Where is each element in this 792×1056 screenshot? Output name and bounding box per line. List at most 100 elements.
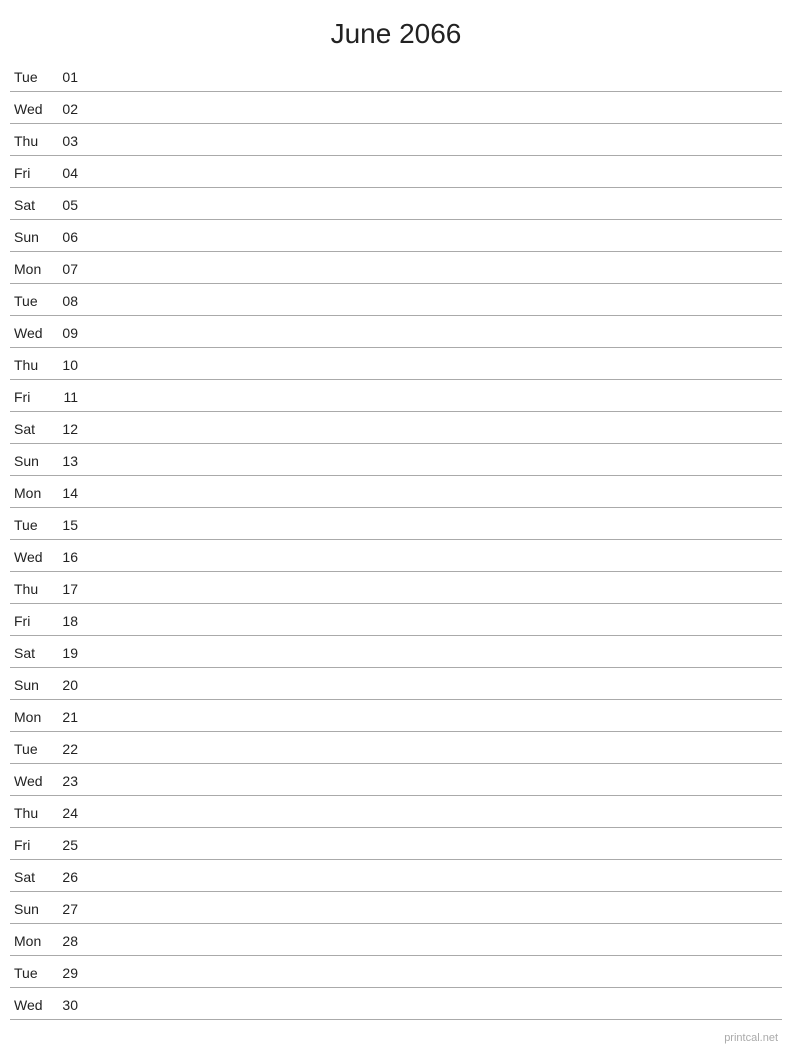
day-name: Mon <box>10 485 58 501</box>
day-line <box>86 300 782 301</box>
day-row[interactable]: Mon28 <box>10 924 782 956</box>
day-number: 25 <box>58 837 86 853</box>
day-row[interactable]: Tue15 <box>10 508 782 540</box>
day-row[interactable]: Wed30 <box>10 988 782 1020</box>
day-name: Sat <box>10 645 58 661</box>
watermark: printcal.net <box>724 1032 778 1044</box>
day-row[interactable]: Thu17 <box>10 572 782 604</box>
day-line <box>86 556 782 557</box>
day-row[interactable]: Fri11 <box>10 380 782 412</box>
day-line <box>86 940 782 941</box>
day-name: Wed <box>10 325 58 341</box>
day-line <box>86 492 782 493</box>
day-line <box>86 972 782 973</box>
day-number: 20 <box>58 677 86 693</box>
day-number: 01 <box>58 69 86 85</box>
day-line <box>86 716 782 717</box>
day-name: Sun <box>10 229 58 245</box>
day-name: Tue <box>10 69 58 85</box>
day-line <box>86 76 782 77</box>
day-name: Thu <box>10 805 58 821</box>
day-row[interactable]: Sun27 <box>10 892 782 924</box>
day-row[interactable]: Mon21 <box>10 700 782 732</box>
day-name: Mon <box>10 261 58 277</box>
day-name: Thu <box>10 357 58 373</box>
day-number: 02 <box>58 101 86 117</box>
day-number: 28 <box>58 933 86 949</box>
calendar-list: Tue01Wed02Thu03Fri04Sat05Sun06Mon07Tue08… <box>0 60 792 1020</box>
day-name: Wed <box>10 101 58 117</box>
day-row[interactable]: Thu24 <box>10 796 782 828</box>
day-row[interactable]: Mon14 <box>10 476 782 508</box>
day-name: Tue <box>10 965 58 981</box>
day-name: Mon <box>10 933 58 949</box>
day-row[interactable]: Fri04 <box>10 156 782 188</box>
day-number: 16 <box>58 549 86 565</box>
day-row[interactable]: Wed23 <box>10 764 782 796</box>
day-number: 14 <box>58 485 86 501</box>
day-row[interactable]: Sat05 <box>10 188 782 220</box>
day-number: 26 <box>58 869 86 885</box>
day-name: Wed <box>10 549 58 565</box>
day-number: 30 <box>58 997 86 1013</box>
day-line <box>86 620 782 621</box>
day-line <box>86 172 782 173</box>
day-row[interactable]: Fri18 <box>10 604 782 636</box>
day-row[interactable]: Sat26 <box>10 860 782 892</box>
day-row[interactable]: Sat19 <box>10 636 782 668</box>
day-number: 27 <box>58 901 86 917</box>
day-number: 15 <box>58 517 86 533</box>
day-name: Fri <box>10 837 58 853</box>
day-row[interactable]: Tue22 <box>10 732 782 764</box>
day-row[interactable]: Mon07 <box>10 252 782 284</box>
day-number: 19 <box>58 645 86 661</box>
day-number: 10 <box>58 357 86 373</box>
day-name: Sat <box>10 869 58 885</box>
day-line <box>86 748 782 749</box>
day-number: 09 <box>58 325 86 341</box>
day-row[interactable]: Tue29 <box>10 956 782 988</box>
day-number: 05 <box>58 197 86 213</box>
day-name: Tue <box>10 517 58 533</box>
day-row[interactable]: Wed02 <box>10 92 782 124</box>
day-number: 11 <box>58 389 86 405</box>
day-row[interactable]: Wed16 <box>10 540 782 572</box>
day-number: 08 <box>58 293 86 309</box>
day-name: Wed <box>10 997 58 1013</box>
day-name: Mon <box>10 709 58 725</box>
day-name: Tue <box>10 293 58 309</box>
day-row[interactable]: Sun13 <box>10 444 782 476</box>
day-line <box>86 140 782 141</box>
day-line <box>86 780 782 781</box>
day-row[interactable]: Sat12 <box>10 412 782 444</box>
day-name: Sun <box>10 453 58 469</box>
day-line <box>86 812 782 813</box>
day-row[interactable]: Thu10 <box>10 348 782 380</box>
day-line <box>86 684 782 685</box>
day-number: 23 <box>58 773 86 789</box>
day-name: Fri <box>10 389 58 405</box>
day-row[interactable]: Tue01 <box>10 60 782 92</box>
day-line <box>86 652 782 653</box>
day-name: Sun <box>10 677 58 693</box>
day-number: 06 <box>58 229 86 245</box>
day-row[interactable]: Fri25 <box>10 828 782 860</box>
day-name: Fri <box>10 165 58 181</box>
day-number: 07 <box>58 261 86 277</box>
day-number: 03 <box>58 133 86 149</box>
day-number: 13 <box>58 453 86 469</box>
day-row[interactable]: Sun06 <box>10 220 782 252</box>
day-line <box>86 460 782 461</box>
day-row[interactable]: Sun20 <box>10 668 782 700</box>
day-line <box>86 364 782 365</box>
day-row[interactable]: Thu03 <box>10 124 782 156</box>
day-number: 04 <box>58 165 86 181</box>
day-row[interactable]: Wed09 <box>10 316 782 348</box>
page-title: June 2066 <box>0 0 792 60</box>
day-line <box>86 332 782 333</box>
day-row[interactable]: Tue08 <box>10 284 782 316</box>
day-line <box>86 428 782 429</box>
day-line <box>86 844 782 845</box>
day-name: Sat <box>10 197 58 213</box>
day-line <box>86 236 782 237</box>
